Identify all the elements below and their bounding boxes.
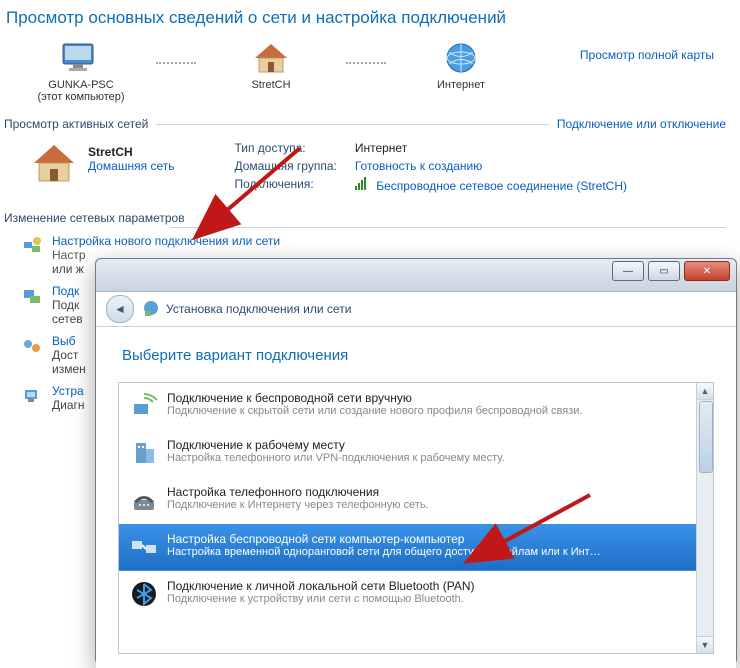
connect-disconnect-link[interactable]: Подключение или отключение — [557, 117, 740, 131]
house-icon — [251, 40, 291, 79]
access-type-value: Интернет — [355, 141, 627, 155]
breadcrumb: ◄ Установка подключения или сети — [96, 291, 736, 327]
option-desc: Настройка временной одноранговой сети дл… — [167, 546, 601, 558]
task-desc: Диагн — [52, 398, 85, 412]
task-desc: Подк — [52, 298, 83, 312]
troubleshoot-icon — [22, 386, 42, 409]
network-map: GUNKA-PSC (этот компьютер) StretCH Интер… — [0, 40, 740, 103]
network-name: StretCH — [88, 145, 174, 159]
phone-icon — [129, 485, 159, 515]
map-node-internet: Интернет — [386, 40, 536, 91]
active-networks-header: Просмотр активных сетей Подключение или … — [4, 117, 740, 131]
network-type-link[interactable]: Домашняя сеть — [88, 159, 174, 173]
network-info: StretCH Домашняя сеть — [88, 141, 174, 193]
arrow-left-icon: ◄ — [114, 302, 126, 316]
wizard-window: — ▭ ✕ ◄ Установка подключения или сети В… — [95, 258, 737, 665]
wizard-title: Установка подключения или сети — [166, 302, 351, 316]
building-icon — [129, 438, 159, 468]
divider — [156, 124, 549, 125]
map-connector — [346, 62, 386, 64]
scroll-down-button[interactable]: ▼ — [697, 636, 713, 653]
homegroup-icon — [22, 336, 42, 359]
map-node-name: Интернет — [386, 79, 536, 91]
globe-icon — [442, 40, 480, 79]
homegroup-label: Домашняя группа: — [234, 159, 336, 173]
homegroup-link[interactable]: Готовность к созданию — [355, 159, 627, 173]
map-node-this-pc: GUNKA-PSC (этот компьютер) — [6, 40, 156, 103]
scroll-thumb[interactable] — [699, 401, 713, 473]
active-network: StretCH Домашняя сеть Тип доступа: Интер… — [0, 137, 740, 197]
connections-label: Подключения: — [234, 177, 336, 193]
option-desc: Подключение к Интернету через телефонную… — [167, 499, 429, 511]
option-adhoc[interactable]: Настройка беспроводной сети компьютер-ко… — [119, 524, 696, 571]
network-setup-icon — [22, 236, 42, 259]
option-title: Подключение к личной локальной сети Blue… — [167, 579, 475, 593]
task-desc-ln2: измен — [52, 362, 86, 376]
connect-icon — [22, 286, 42, 309]
titlebar[interactable]: — ▭ ✕ — [96, 259, 736, 291]
page-title: Просмотр основных сведений о сети и наст… — [6, 8, 740, 28]
house-icon — [30, 141, 78, 193]
option-bluetooth[interactable]: Подключение к личной локальной сети Blue… — [119, 571, 696, 618]
wizard-body: Выберите вариант подключения Подключение… — [96, 327, 736, 668]
task-title: Выб — [52, 334, 86, 348]
option-desc: Настройка телефонного или VPN-подключени… — [167, 452, 505, 464]
task-desc-ln2: сетев — [52, 312, 83, 326]
connections-value[interactable]: Беспроводное сетевое соединение (StretCH… — [355, 177, 627, 193]
option-building[interactable]: Подключение к рабочему местуНастройка те… — [119, 430, 696, 477]
network-properties: Тип доступа: Интернет Домашняя группа: Г… — [234, 141, 627, 193]
change-settings-header: Изменение сетевых параметров — [4, 211, 740, 225]
option-title: Подключение к рабочему месту — [167, 438, 505, 452]
option-phone[interactable]: Настройка телефонного подключенияПодключ… — [119, 477, 696, 524]
back-button[interactable]: ◄ — [106, 295, 134, 323]
connection-link[interactable]: Беспроводное сетевое соединение (StretCH… — [376, 179, 627, 193]
maximize-button[interactable]: ▭ — [648, 261, 680, 281]
wifi-icon — [129, 391, 159, 421]
monitor-icon — [59, 40, 103, 79]
map-node-name: StretCH — [196, 79, 346, 91]
map-connector — [156, 62, 196, 64]
network-icon — [142, 299, 160, 320]
option-desc: Подключение к скрытой сети или создание … — [167, 405, 582, 417]
adhoc-icon — [129, 532, 159, 562]
options-listbox: Подключение к беспроводной сети вручнуюП… — [118, 382, 714, 654]
map-node-name: GUNKA-PSC — [6, 79, 156, 91]
section-label: Просмотр активных сетей — [4, 117, 148, 131]
task-title: Устра — [52, 384, 85, 398]
option-title: Подключение к беспроводной сети вручную — [167, 391, 582, 405]
close-button[interactable]: ✕ — [684, 261, 730, 281]
task-desc: Дост — [52, 348, 86, 362]
option-title: Настройка беспроводной сети компьютер-ко… — [167, 532, 601, 546]
map-node-sub: (этот компьютер) — [6, 91, 156, 103]
scrollbar[interactable]: ▲ ▼ — [696, 383, 713, 653]
scroll-up-button[interactable]: ▲ — [697, 383, 713, 400]
map-node-router: StretCH — [196, 40, 346, 91]
option-title: Настройка телефонного подключения — [167, 485, 429, 499]
wizard-page-title: Выберите вариант подключения — [122, 347, 710, 364]
option-wifi[interactable]: Подключение к беспроводной сети вручнуюП… — [119, 383, 696, 430]
access-type-label: Тип доступа: — [234, 141, 336, 155]
full-map-link[interactable]: Просмотр полной карты — [580, 40, 734, 62]
signal-icon — [355, 177, 367, 190]
task-title: Настройка нового подключения или сети — [52, 234, 280, 248]
minimize-button[interactable]: — — [612, 261, 644, 281]
bluetooth-icon — [129, 579, 159, 609]
task-title: Подк — [52, 284, 83, 298]
option-desc: Подключение к устройству или сети с помо… — [167, 593, 475, 605]
